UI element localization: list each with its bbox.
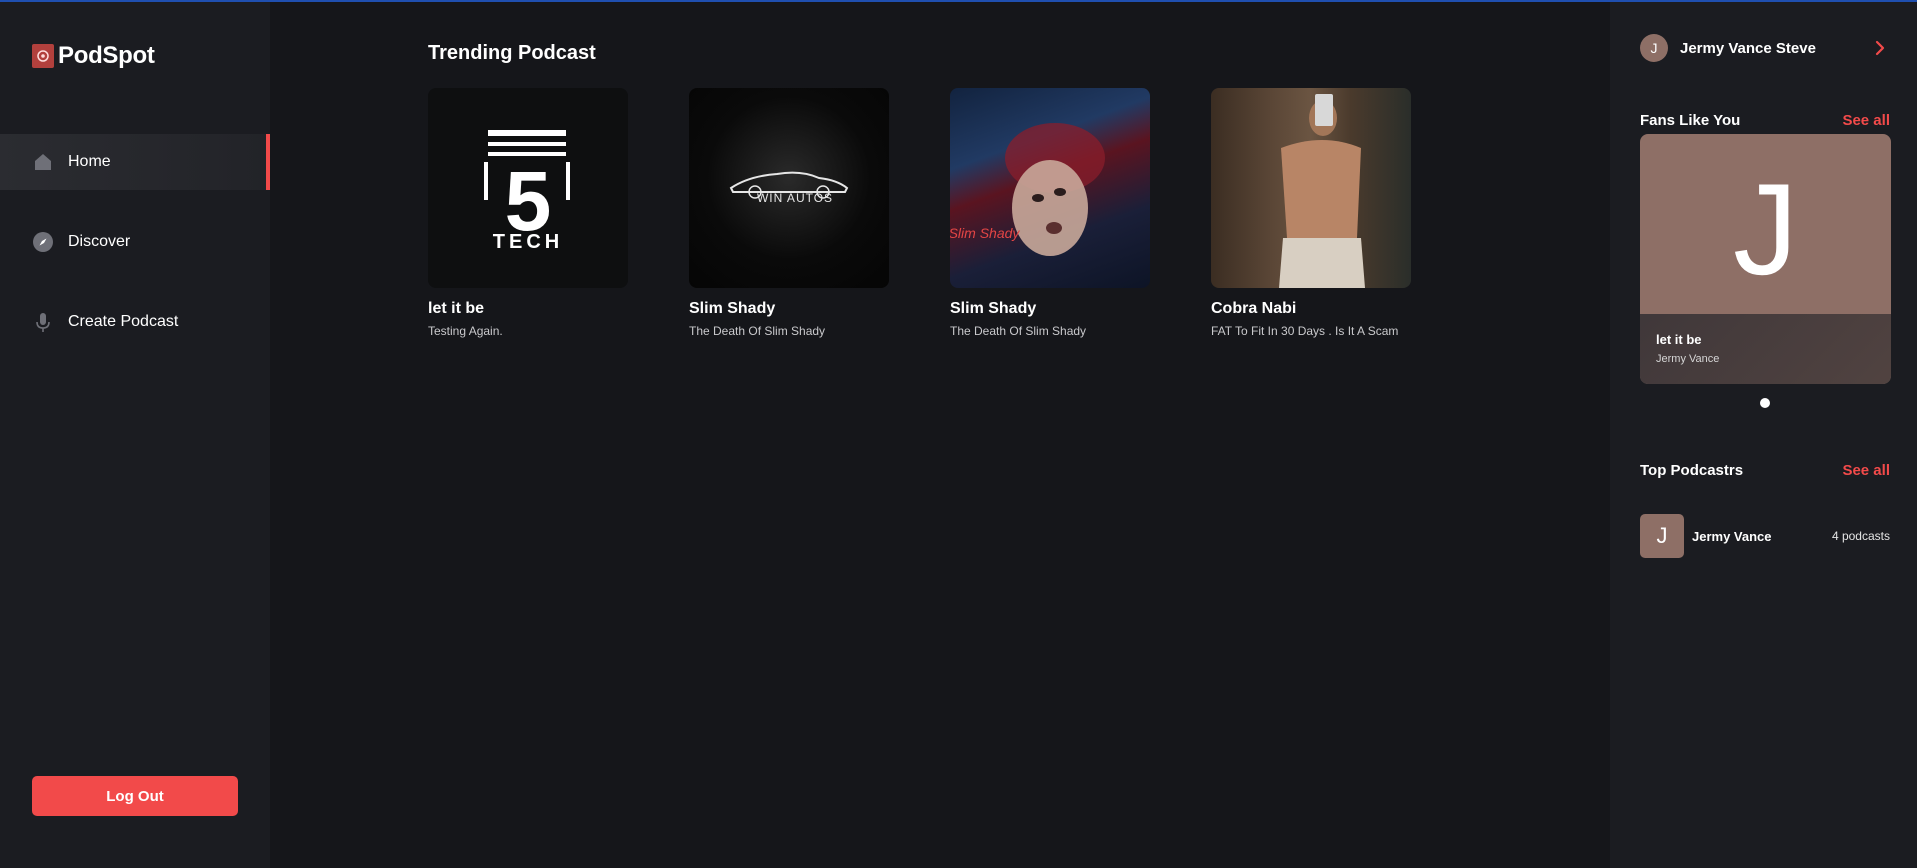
podcast-title[interactable]: Slim Shady — [950, 300, 1150, 318]
podcast-card[interactable]: 5 TECH let it be Testing Again. — [428, 88, 628, 338]
podcast-card[interactable]: WIN AUTOS Slim Shady The Death Of Slim S… — [689, 88, 889, 338]
avatar: J — [1640, 34, 1668, 62]
artwork-face-shape — [1012, 160, 1088, 256]
fans-see-all-link[interactable]: See all — [1842, 112, 1890, 129]
trending-podcast-list: 5 TECH let it be Testing Again. WIN AUTO… — [428, 88, 1411, 338]
user-name: Jermy Vance Steve — [1680, 39, 1816, 57]
logout-button[interactable]: Log Out — [32, 776, 238, 816]
fan-card-info: let it be Jermy Vance — [1640, 314, 1891, 384]
podcast-subtitle: The Death Of Slim Shady — [950, 324, 1087, 338]
fan-card[interactable]: J let it be Jermy Vance — [1640, 134, 1891, 384]
podcast-cover-slim-shady[interactable]: Slim Shady — [950, 88, 1150, 288]
nav-item-discover[interactable]: Discover — [0, 214, 270, 270]
podcast-cover-5tech[interactable]: 5 TECH — [428, 88, 628, 288]
right-sidebar: J Jermy Vance Steve Fans Like You See al… — [1610, 2, 1917, 868]
podcast-title[interactable]: Slim Shady — [689, 300, 889, 318]
podcast-cover-cobra-nabi[interactable] — [1211, 88, 1411, 288]
left-sidebar: PodSpot Home Discover Create Podcast Log… — [0, 2, 270, 868]
main-content: Trending Podcast 5 TECH let it be Testin… — [270, 2, 1610, 868]
podcast-title[interactable]: Cobra Nabi — [1211, 300, 1411, 318]
fan-card-initial: J — [1733, 156, 1798, 302]
podcast-cover-win-autos[interactable]: WIN AUTOS — [689, 88, 889, 288]
nav-item-home[interactable]: Home — [0, 134, 270, 190]
fan-card-title: let it be — [1656, 332, 1702, 347]
microphone-icon — [32, 311, 54, 333]
compass-icon — [32, 231, 54, 253]
home-icon — [32, 151, 54, 173]
cover-script: Slim Shady — [950, 225, 1020, 241]
podcast-card[interactable]: Cobra Nabi FAT To Fit In 30 Days . Is It… — [1211, 88, 1411, 338]
nav-item-create-podcast[interactable]: Create Podcast — [0, 294, 270, 350]
podspot-logo-icon — [32, 44, 54, 68]
nav-label-discover: Discover — [68, 233, 131, 250]
top-podcasters-see-all-link[interactable]: See all — [1842, 462, 1890, 479]
podcast-title[interactable]: let it be — [428, 300, 628, 318]
user-profile[interactable]: J Jermy Vance Steve — [1640, 34, 1890, 62]
app-name: PodSpot — [58, 42, 155, 69]
avatar: J — [1640, 514, 1684, 558]
podcast-card[interactable]: Slim Shady Slim Shady The Death Of Slim … — [950, 88, 1150, 338]
cover-word: TECH — [493, 231, 563, 253]
podcaster-name: Jermy Vance — [1692, 528, 1772, 544]
carousel-dot[interactable] — [1760, 398, 1770, 408]
cover-brand: WIN AUTOS — [757, 191, 833, 205]
podcast-subtitle: The Death Of Slim Shady — [689, 324, 826, 338]
podcast-count: 4 podcasts — [1831, 529, 1890, 543]
artwork-torso-shape — [1281, 140, 1361, 243]
podcast-subtitle: FAT To Fit In 30 Days . Is It A Scam — [1211, 324, 1399, 338]
fan-card-author: Jermy Vance — [1656, 353, 1720, 365]
top-podcaster-item[interactable]: J Jermy Vance 4 podcasts — [1640, 514, 1890, 558]
section-title-trending: Trending Podcast — [428, 42, 596, 64]
fans-header: Fans Like You See all — [1640, 112, 1890, 129]
chevron-right-icon[interactable] — [1870, 38, 1890, 58]
podcast-subtitle: Testing Again. — [428, 324, 503, 338]
top-podcasters-header: Top Podcastrs See all — [1640, 462, 1890, 479]
nav-label-home: Home — [68, 153, 111, 170]
nav-label-create-podcast: Create Podcast — [68, 313, 179, 330]
app-logo[interactable]: PodSpot — [32, 42, 155, 70]
top-podcasters-title: Top Podcastrs — [1640, 462, 1744, 479]
fans-title: Fans Like You — [1640, 112, 1741, 129]
main-nav: Home Discover Create Podcast — [0, 134, 270, 374]
